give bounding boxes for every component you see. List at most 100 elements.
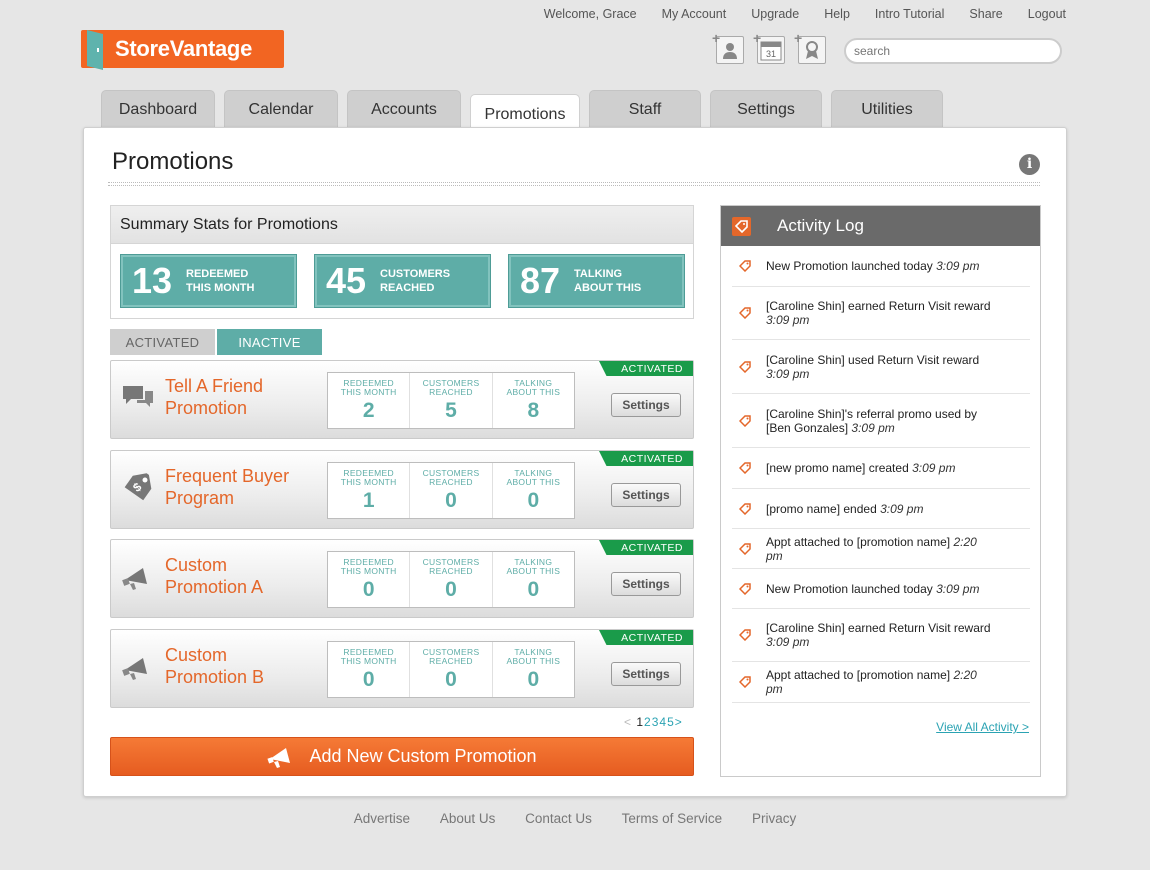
help-link[interactable]: Help [824,7,850,21]
tag-icon [739,542,751,555]
footer-contact-link[interactable]: Contact Us [525,811,592,826]
search-input[interactable] [844,38,1062,64]
activity-item: New Promotion launched today 3:09 pm [732,569,1030,609]
stat-reached: 45 CUSTOMERS REACHED [314,254,491,308]
tab-accounts[interactable]: Accounts [347,90,461,128]
activity-text: [promo name] ended [766,501,877,516]
door-icon [87,30,103,70]
add-custom-promotion-button[interactable]: Add New Custom Promotion [110,737,694,776]
activity-time: 3:09 pm [766,313,810,327]
promo-settings-button[interactable]: Settings [611,393,681,417]
info-icon[interactable]: i [1019,154,1040,175]
activity-time: 3:09 pm [936,259,980,273]
top-links: Welcome, Grace My Account Upgrade Help I… [519,7,1066,21]
tag-icon [739,676,751,688]
activity-text: [Caroline Shin] earned Return Visit rewa… [766,621,991,635]
promo-card[interactable]: ACTIVATED $ Frequent Buyer Program REDEEM… [110,450,694,529]
tag-icon [739,502,751,515]
activity-text: [Caroline Shin] used Return Visit reward [766,352,980,367]
footer-about-link[interactable]: About Us [440,811,496,826]
next-page-link[interactable]: > [675,715,683,729]
activity-text: Appt attached to [promotion name] [766,668,951,682]
stat-value: 87 [520,260,561,301]
page-title: Promotions [112,148,234,175]
page-link-5[interactable]: 5 [667,715,675,729]
intro-tutorial-link[interactable]: Intro Tutorial [875,7,944,21]
page-link-4[interactable]: 4 [659,715,667,729]
promo-talking: 0 [527,489,540,512]
activity-text: New Promotion launched today [766,259,933,273]
tab-settings[interactable]: Settings [710,90,822,128]
promo-card[interactable]: ACTIVATED Tell A Friend Promotion REDEEME… [110,360,694,439]
add-button-label: Add New Custom Promotion [309,746,537,766]
tab-utilities[interactable]: Utilities [831,90,943,128]
activity-log-title: Activity Log [777,216,864,235]
promo-card[interactable]: ACTIVATED Custom Promotion A REDEEMED THIS… [110,539,694,618]
pagination: < 12345> [624,715,683,729]
activity-time: 3:09 pm [936,581,980,596]
activity-item: [new promo name] created 3:09 pm [732,448,1030,489]
stat-value: 13 [132,260,173,301]
page-link-1[interactable]: 1 [636,715,644,729]
activity-text: [Caroline Shin] earned Return Visit rewa… [766,299,991,313]
promo-name[interactable]: Frequent Buyer Program [165,465,315,509]
activity-item: [promo name] ended 3:09 pm [732,489,1030,529]
page-link-2[interactable]: 2 [644,715,652,729]
promo-reached: 0 [445,578,457,601]
activity-text: [new promo name] created [766,461,909,475]
promo-card[interactable]: ACTIVATED Custom Promotion B REDEEMED THIS… [110,629,694,708]
upgrade-link[interactable]: Upgrade [751,7,799,21]
activity-item: [Caroline Shin] earned Return Visit rewa… [732,609,1030,662]
activity-item: [Caroline Shin] earned Return Visit rewa… [732,287,1030,340]
activity-time: 3:09 pm [766,635,810,649]
footer-terms-link[interactable]: Terms of Service [622,811,723,826]
activity-time: 3:09 pm [766,366,810,381]
megaphone-icon [121,650,155,684]
add-appointment-icon[interactable]: + 31 [753,30,785,64]
add-reward-icon[interactable]: + [794,30,826,64]
logo[interactable]: StoreVantage [81,30,284,70]
logout-link[interactable]: Logout [1028,7,1066,21]
promo-reached: 0 [445,489,457,512]
stat-talking: 87 TALKING ABOUT THIS [508,254,685,308]
promo-name[interactable]: Custom Promotion B [165,644,315,688]
promo-stats: REDEEMED THIS MONTH 2 CUSTOMERS REACHED 5 TA… [327,372,575,429]
footer-privacy-link[interactable]: Privacy [752,811,796,826]
promo-name[interactable]: Custom Promotion A [165,554,315,598]
promo-settings-button[interactable]: Settings [611,483,681,507]
summary-title: Summary Stats for Promotions [111,206,693,244]
footer-advertise-link[interactable]: Advertise [354,811,410,826]
tag-icon [739,307,751,319]
tab-inactive[interactable]: INACTIVE [217,329,322,355]
stat-label: TALKING ABOUT THIS [574,268,642,294]
title-divider [108,182,1040,186]
promo-name[interactable]: Tell A Friend Promotion [165,375,315,419]
tab-activated[interactable]: ACTIVATED [110,329,215,355]
activity-time: 3:09 pm [880,501,924,516]
activity-text: New Promotion launched today [766,581,933,596]
promo-stats: REDEEMED THIS MONTH 0 CUSTOMERS REACHED 0 TA… [327,641,575,698]
activity-list: New Promotion launched today 3:09 pm [Car… [721,246,1040,703]
view-all-activity-link[interactable]: View All Activity > [936,720,1029,734]
promo-redeemed: 1 [362,489,375,512]
my-account-link[interactable]: My Account [662,7,727,21]
tag-icon [739,360,751,373]
promo-settings-button[interactable]: Settings [611,572,681,596]
tab-staff[interactable]: Staff [589,90,701,128]
logo-text: StoreVantage [115,36,253,61]
promo-talking: 0 [527,668,540,691]
promo-redeemed: 0 [362,578,375,601]
stat-redeemed: 13 REDEEMED THIS MONTH [120,254,297,308]
stat-label: CUSTOMERS REACHED [380,268,451,294]
promo-stats: REDEEMED THIS MONTH 0 CUSTOMERS REACHED 0 TA… [327,551,575,608]
tab-dashboard[interactable]: Dashboard [101,90,215,128]
promo-redeemed: 2 [362,399,375,422]
status-badge: ACTIVATED [599,540,693,555]
activity-time: 3:09 pm [851,420,895,435]
prev-page-link[interactable]: < [624,715,632,729]
tab-calendar[interactable]: Calendar [224,90,338,128]
add-customer-icon[interactable]: + [712,30,744,64]
promo-settings-button[interactable]: Settings [611,662,681,686]
activity-item: Appt attached to [promotion name] 2:20 p… [732,529,1030,569]
share-link[interactable]: Share [969,7,1002,21]
